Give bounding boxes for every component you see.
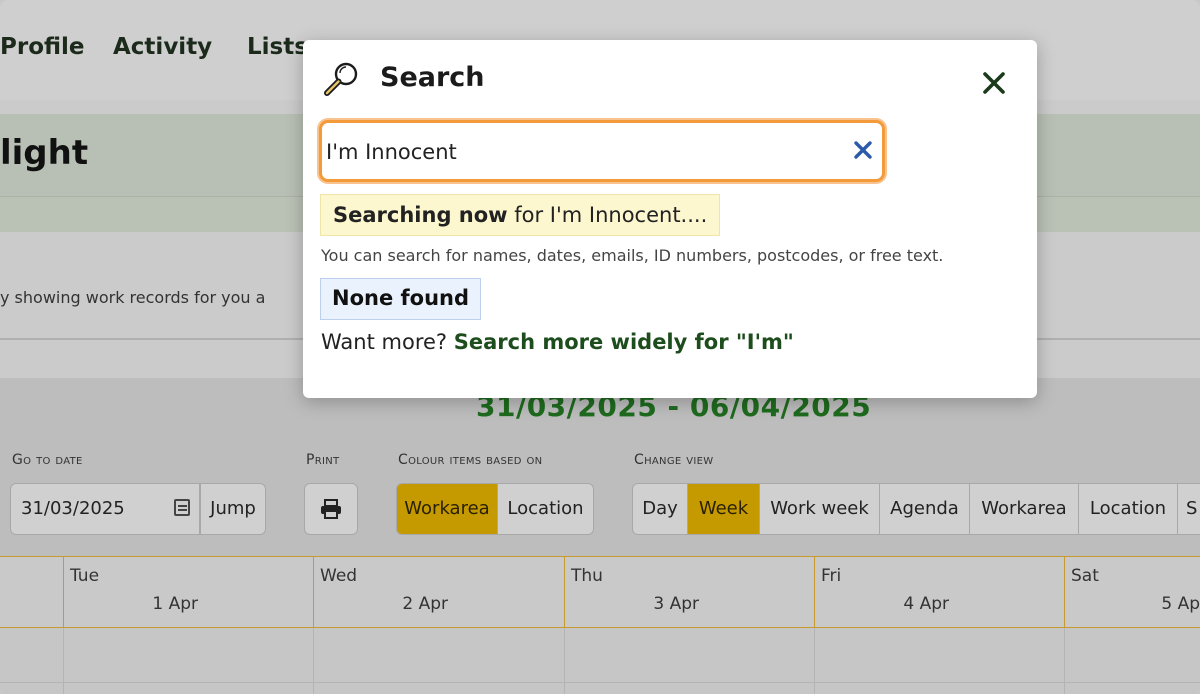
close-icon[interactable] — [979, 68, 1009, 98]
search-dialog: Search Searching now for I'm Innocent...… — [303, 40, 1037, 398]
searching-status-bold: Searching now — [333, 203, 508, 227]
no-results-badge: None found — [320, 278, 482, 320]
colour-location-option[interactable]: Location — [497, 483, 594, 535]
view-workarea-option[interactable]: Workarea — [969, 483, 1079, 535]
day-name: Thu — [571, 566, 603, 586]
search-more-prefix: Want more? — [321, 330, 454, 354]
view-more-option[interactable]: S — [1177, 483, 1200, 535]
search-field-wrapper — [319, 120, 885, 182]
view-location-option[interactable]: Location — [1078, 483, 1178, 535]
day-column-wed: Wed 2 Apr — [313, 556, 563, 628]
goto-date-label: Go to date — [12, 452, 83, 468]
grid-line — [564, 628, 565, 694]
printer-icon — [321, 499, 341, 519]
nav-item-lists[interactable]: Lists — [247, 34, 308, 60]
day-name: Tue — [70, 566, 100, 586]
app-window: Profile Activity Lists light y showing w… — [0, 0, 1200, 694]
day-column-thu: Thu 3 Apr — [564, 556, 814, 628]
print-button[interactable] — [304, 483, 358, 535]
grid-line — [814, 628, 815, 694]
searching-status-query: for I'm Innocent.... — [507, 203, 708, 227]
grid-line — [1064, 628, 1065, 694]
day-date: 3 Apr — [653, 594, 699, 614]
nav-item-activity[interactable]: Activity — [113, 34, 212, 60]
grid-line — [0, 682, 1200, 683]
day-name: Fri — [821, 566, 842, 586]
jump-button[interactable]: Jump — [200, 483, 266, 535]
day-column-tue: Tue 1 Apr — [63, 556, 313, 628]
calendar-icon[interactable] — [174, 499, 190, 516]
day-date: 1 Apr — [152, 594, 198, 614]
day-date: 4 Apr — [903, 594, 949, 614]
info-text: y showing work records for you a — [0, 288, 266, 307]
colour-workarea-option[interactable]: Workarea — [396, 483, 498, 535]
day-date: 5 Ap — [1161, 594, 1200, 614]
day-column-fri: Fri 4 Apr — [814, 556, 1064, 628]
grid-line — [63, 628, 64, 694]
view-work-week-option[interactable]: Work week — [759, 483, 880, 535]
goto-date-input[interactable]: 31/03/2025 — [10, 483, 200, 535]
day-column-sat: Sat 5 Ap — [1064, 556, 1200, 628]
change-view-label: Change view — [634, 452, 714, 468]
colour-items-label: Colour items based on — [398, 452, 543, 468]
day-name: Sat — [1071, 566, 1099, 586]
search-hint: You can search for names, dates, emails,… — [321, 246, 944, 265]
page-title: light — [0, 133, 89, 173]
nav-item-profile[interactable]: Profile — [0, 34, 85, 60]
magnifier-icon — [324, 62, 358, 96]
view-agenda-option[interactable]: Agenda — [879, 483, 970, 535]
day-name: Wed — [320, 566, 358, 586]
day-date: 2 Apr — [402, 594, 448, 614]
search-more-row: Want more? Search more widely for "I'm" — [321, 330, 794, 354]
calendar-body — [0, 628, 1200, 694]
grid-line — [313, 628, 314, 694]
search-input[interactable] — [326, 134, 836, 170]
view-day-option[interactable]: Day — [632, 483, 688, 535]
view-week-option[interactable]: Week — [687, 483, 760, 535]
print-label: Print — [306, 452, 340, 468]
clear-search-icon[interactable] — [852, 139, 874, 161]
dialog-title: Search — [380, 62, 485, 93]
search-more-widely-link[interactable]: Search more widely for "I'm" — [454, 330, 794, 354]
searching-status: Searching now for I'm Innocent.... — [320, 194, 721, 236]
